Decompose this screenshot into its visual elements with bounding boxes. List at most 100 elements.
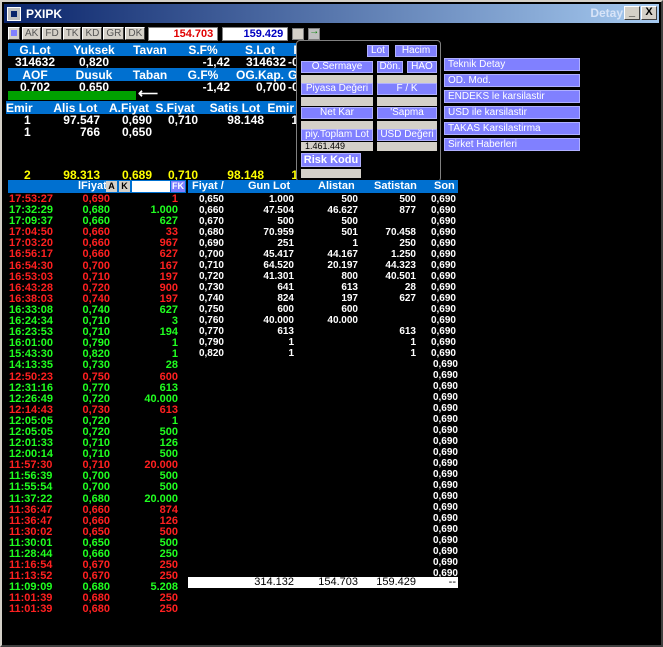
depth-header: Fiyat / Gun Lot Alistan Satistan Son bbox=[188, 180, 458, 193]
son-value: 0,690 bbox=[432, 513, 458, 524]
minimize-button[interactable]: _ bbox=[624, 6, 640, 20]
hao-button[interactable]: HAO bbox=[407, 61, 437, 73]
details-popup: Lot Hacim O.Sermaye Dön. HAO Piyasa Değe… bbox=[296, 40, 441, 182]
sort-a-button[interactable]: A bbox=[106, 181, 117, 192]
depth-alistan: 800 bbox=[341, 271, 358, 282]
trade-time: 14:13:35 bbox=[9, 359, 54, 372]
depth-son: 0,690 bbox=[430, 249, 456, 260]
fk-button[interactable]: FK bbox=[171, 181, 185, 192]
arrow-left-icon[interactable]: ⟵ bbox=[138, 85, 158, 102]
depth-alistan: 501 bbox=[341, 227, 358, 238]
link-sirket-haberleri[interactable]: Sirket Haberleri bbox=[444, 138, 580, 151]
depth-alistan: 500 bbox=[341, 216, 358, 227]
son-value: 0,690 bbox=[432, 469, 458, 480]
emir-cell: 0,650 bbox=[121, 125, 152, 139]
son-value: 0,690 bbox=[432, 403, 458, 414]
lot-button[interactable]: Lot bbox=[367, 45, 389, 57]
trades-filter-input[interactable] bbox=[132, 181, 170, 192]
tb-button-gr[interactable]: GR bbox=[103, 27, 125, 40]
val-gf: -1,42 bbox=[202, 80, 230, 94]
usd-degeri-button[interactable]: USD Değeri bbox=[377, 129, 437, 141]
depth-row: 0,710 64.520 20.197 44.323 0,690 bbox=[188, 260, 458, 271]
total-alistan: 154.703 bbox=[318, 576, 358, 588]
piy-toplam-lot-value: 1.461.449 bbox=[301, 142, 373, 151]
risk-kodu-value bbox=[301, 169, 361, 178]
trade-lot: 627 bbox=[159, 248, 178, 261]
fk-button[interactable]: F / K bbox=[377, 83, 437, 95]
trade-lot: 167 bbox=[159, 259, 178, 272]
tb-button-ak[interactable]: AK bbox=[22, 27, 42, 40]
son-value: 0,690 bbox=[432, 546, 458, 557]
depth-row: 0,790 1 1 0,690 bbox=[188, 337, 458, 348]
son-value: 0,690 bbox=[432, 491, 458, 502]
fk-value bbox=[377, 97, 437, 106]
depth-gun-lot: 45.417 bbox=[263, 249, 294, 260]
go-arrow-icon[interactable] bbox=[308, 26, 321, 40]
son-value: 0,690 bbox=[432, 502, 458, 513]
depth-satistan bbox=[358, 216, 416, 227]
depth-row: 0,720 41.301 800 40.501 0,690 bbox=[188, 271, 458, 282]
link-usd[interactable]: USD ile karsilastir bbox=[444, 106, 580, 119]
tb-button-kd[interactable]: KD bbox=[82, 27, 103, 40]
window-subtitle: Detay bbox=[590, 6, 623, 20]
progress-bar bbox=[8, 91, 136, 100]
link-od-mod[interactable]: OD. Mod. bbox=[444, 74, 580, 87]
hdr-fiyat[interactable]: Fiyat / bbox=[192, 180, 224, 193]
trade-price: 0,700 bbox=[82, 481, 110, 494]
depth-price: 0,730 bbox=[198, 282, 224, 293]
trade-lot: 250 bbox=[159, 603, 178, 616]
risk-kodu-button[interactable]: Risk Kodu bbox=[301, 153, 361, 167]
son-value: 0,690 bbox=[432, 370, 458, 381]
link-takas[interactable]: TAKAS Karsilastirma bbox=[444, 122, 580, 135]
osermaye-button[interactable]: O.Sermaye bbox=[301, 61, 373, 73]
sapma-button[interactable]: 'Sapma bbox=[377, 107, 437, 119]
depth-son: 0,690 bbox=[430, 238, 456, 249]
don-button[interactable]: Dön. bbox=[377, 61, 403, 73]
depth-alistan: 46.627 bbox=[327, 205, 358, 216]
depth-gun-lot: 70.959 bbox=[263, 227, 294, 238]
link-endeks[interactable]: ENDEKS le karsilastir bbox=[444, 90, 580, 103]
trade-row: 11:37:22 0,680 20.000 bbox=[8, 493, 184, 505]
sort-k-button[interactable]: K bbox=[119, 181, 130, 192]
depth-satistan: 500 bbox=[399, 194, 416, 205]
depth-alistan: 600 bbox=[341, 304, 358, 315]
depth-satistan: 877 bbox=[399, 205, 416, 216]
depth-price: 0,820 bbox=[198, 348, 224, 359]
emir-cell: 0,710 bbox=[167, 113, 198, 127]
depth-table: 0,650 1.000 500 500 0,690 0,660 47.504 46.627 87… bbox=[188, 194, 458, 359]
depth-son: 0,690 bbox=[430, 194, 456, 205]
depth-row: 0,680 70.959 501 70.458 0,690 bbox=[188, 227, 458, 238]
blank-icon[interactable] bbox=[292, 27, 305, 40]
val-ogkap: 0,700 bbox=[255, 80, 286, 94]
menu-icon[interactable] bbox=[8, 27, 20, 40]
depth-gun-lot: 1 bbox=[288, 348, 294, 359]
depth-row: 0,670 500 500 0,690 bbox=[188, 216, 458, 227]
depth-row: 0,700 45.417 44.167 1.250 0,690 bbox=[188, 249, 458, 260]
depth-price: 0,740 bbox=[198, 293, 224, 304]
trade-row: 16:54:30 0,700 167 bbox=[8, 259, 184, 272]
depth-satistan: 28 bbox=[404, 282, 416, 293]
son-value: 0,690 bbox=[432, 557, 458, 568]
depth-satistan bbox=[358, 315, 416, 326]
son-value: 0,690 bbox=[432, 447, 458, 458]
link-teknik-detay[interactable]: Teknik Detay bbox=[444, 58, 580, 71]
net-kar-button[interactable]: Net Kar bbox=[301, 107, 373, 119]
depth-gun-lot: 824 bbox=[277, 293, 294, 304]
depth-satistan: 627 bbox=[399, 293, 416, 304]
trade-lot: 28 bbox=[165, 359, 178, 372]
app-icon bbox=[7, 6, 21, 21]
trade-lot: 627 bbox=[159, 303, 178, 316]
val-sf: -1,42 bbox=[202, 55, 230, 69]
depth-alistan bbox=[294, 337, 358, 348]
title-bar[interactable]: PXIPK Detay _ X bbox=[4, 4, 659, 23]
piyasa-degeri-button[interactable]: Piyasa Değeri bbox=[301, 83, 373, 95]
window-title: PXIPK bbox=[26, 6, 63, 21]
piy-toplam-lot-button[interactable]: piy.Toplam Lot bbox=[301, 129, 373, 141]
tb-button-fd[interactable]: FD bbox=[42, 27, 62, 40]
tb-button-tk[interactable]: TK bbox=[62, 27, 82, 40]
tb-button-dk[interactable]: DK bbox=[125, 27, 146, 40]
depth-son: 0,690 bbox=[430, 293, 456, 304]
close-button[interactable]: X bbox=[641, 6, 657, 20]
hacim-button[interactable]: Hacim bbox=[395, 45, 437, 57]
total-son: -- bbox=[448, 576, 456, 588]
